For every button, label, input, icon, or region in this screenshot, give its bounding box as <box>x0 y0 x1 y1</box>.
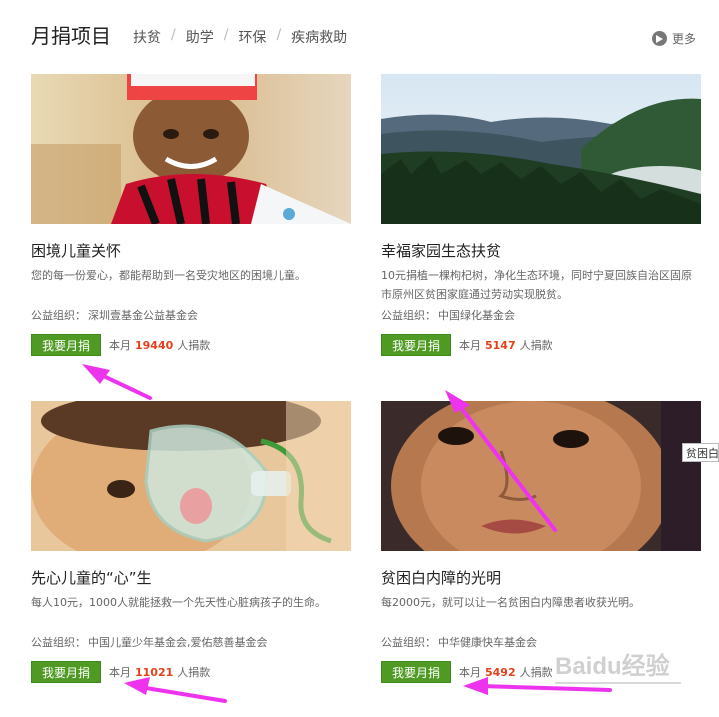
org-label: 公益组织： <box>31 309 86 322</box>
count-number: 5147 <box>485 339 516 352</box>
count-suffix: 人捐款 <box>519 666 553 679</box>
category-poverty-link[interactable]: 扶贫 <box>133 27 161 47</box>
play-circle-icon <box>651 31 667 46</box>
org-label: 公益组织： <box>31 636 86 649</box>
project-title[interactable]: 幸福家园生态扶贫 <box>381 240 501 261</box>
page-title: 月捐项目 <box>31 24 111 48</box>
annotation-arrow-head <box>82 364 110 384</box>
count-number: 11021 <box>135 666 174 679</box>
monthly-donate-button[interactable]: 我要月捐 <box>31 334 101 356</box>
annotation-arrow <box>138 685 227 703</box>
count-suffix: 人捐款 <box>519 339 553 352</box>
category-environment-link[interactable]: 环保 <box>238 27 266 47</box>
project-description: 每2000元，就可以让一名贫困白内障患者收获光明。 <box>381 596 640 609</box>
count-suffix: 人捐款 <box>177 666 211 679</box>
project-organization: 公益组织： 中华健康快车基金会 <box>381 634 537 650</box>
org-name: 中华健康快车基金会 <box>438 636 537 649</box>
more-label: 更多 <box>671 32 696 46</box>
project-photo[interactable] <box>31 74 351 224</box>
project-organization: 公益组织： 中国儿童少年基金会,爱佑慈善基金会 <box>31 634 268 650</box>
monthly-donate-button[interactable]: 我要月捐 <box>381 334 451 356</box>
project-photo[interactable] <box>381 74 701 224</box>
org-label: 公益组织： <box>381 309 436 322</box>
count-number: 19440 <box>135 339 174 352</box>
monthly-donate-button[interactable]: 我要月捐 <box>31 661 101 683</box>
project-title[interactable]: 困境儿童关怀 <box>31 240 121 261</box>
org-name: 深圳壹基金公益基金会 <box>88 309 198 322</box>
image-tooltip: 贫困白 <box>682 443 719 462</box>
project-title[interactable]: 贫困白内障的光明 <box>381 567 501 588</box>
separator: / <box>276 27 282 43</box>
donor-count: 本月 11021 人捐款 <box>109 664 210 680</box>
org-label: 公益组织： <box>381 636 436 649</box>
donor-count: 本月 5492 人捐款 <box>459 664 553 680</box>
monthly-donate-button[interactable]: 我要月捐 <box>381 661 451 683</box>
project-title[interactable]: 先心儿童的“心”生 <box>31 567 152 588</box>
annotation-arrow <box>93 370 152 400</box>
more-link[interactable]: 更多 <box>651 30 696 47</box>
count-suffix: 人捐款 <box>177 339 211 352</box>
section-header: 月捐项目 扶贫 / 助学 / 环保 / 疾病救助 更多 <box>31 18 696 52</box>
separator: / <box>171 27 176 43</box>
baidu-watermark-logo: Baidu经验 <box>555 652 681 684</box>
donor-count: 本月 19440 人捐款 <box>109 337 210 353</box>
category-nav: 扶贫 / 助学 / 环保 / 疾病救助 <box>133 27 357 47</box>
project-description: 10元捐植一棵枸杞树，净化生态环境，同时宁夏回族自治区固原市原州区贫困家庭通过劳… <box>381 269 692 301</box>
category-medical-link[interactable]: 疾病救助 <box>291 27 347 47</box>
separator: / <box>223 27 229 43</box>
project-organization: 公益组织： 深圳壹基金公益基金会 <box>31 307 198 323</box>
category-education-link[interactable]: 助学 <box>186 27 214 47</box>
project-photo[interactable] <box>381 401 701 551</box>
watermark-text: Baidu经验 <box>555 652 670 680</box>
count-prefix: 本月 <box>109 666 131 679</box>
project-organization: 公益组织： 中国绿化基金会 <box>381 307 515 323</box>
project-description: 您的每一份爱心，都能帮助到一名受灾地区的困境儿童。 <box>31 269 306 282</box>
count-prefix: 本月 <box>459 666 481 679</box>
project-description: 每人10元，1000人就能拯救一个先天性心脏病孩子的生命。 <box>31 596 326 609</box>
count-number: 5492 <box>485 666 516 679</box>
org-name: 中国绿化基金会 <box>438 309 515 322</box>
org-name: 中国儿童少年基金会,爱佑慈善基金会 <box>88 636 268 649</box>
project-photo[interactable] <box>31 401 351 551</box>
count-prefix: 本月 <box>109 339 131 352</box>
donor-count: 本月 5147 人捐款 <box>459 337 553 353</box>
count-prefix: 本月 <box>459 339 481 352</box>
